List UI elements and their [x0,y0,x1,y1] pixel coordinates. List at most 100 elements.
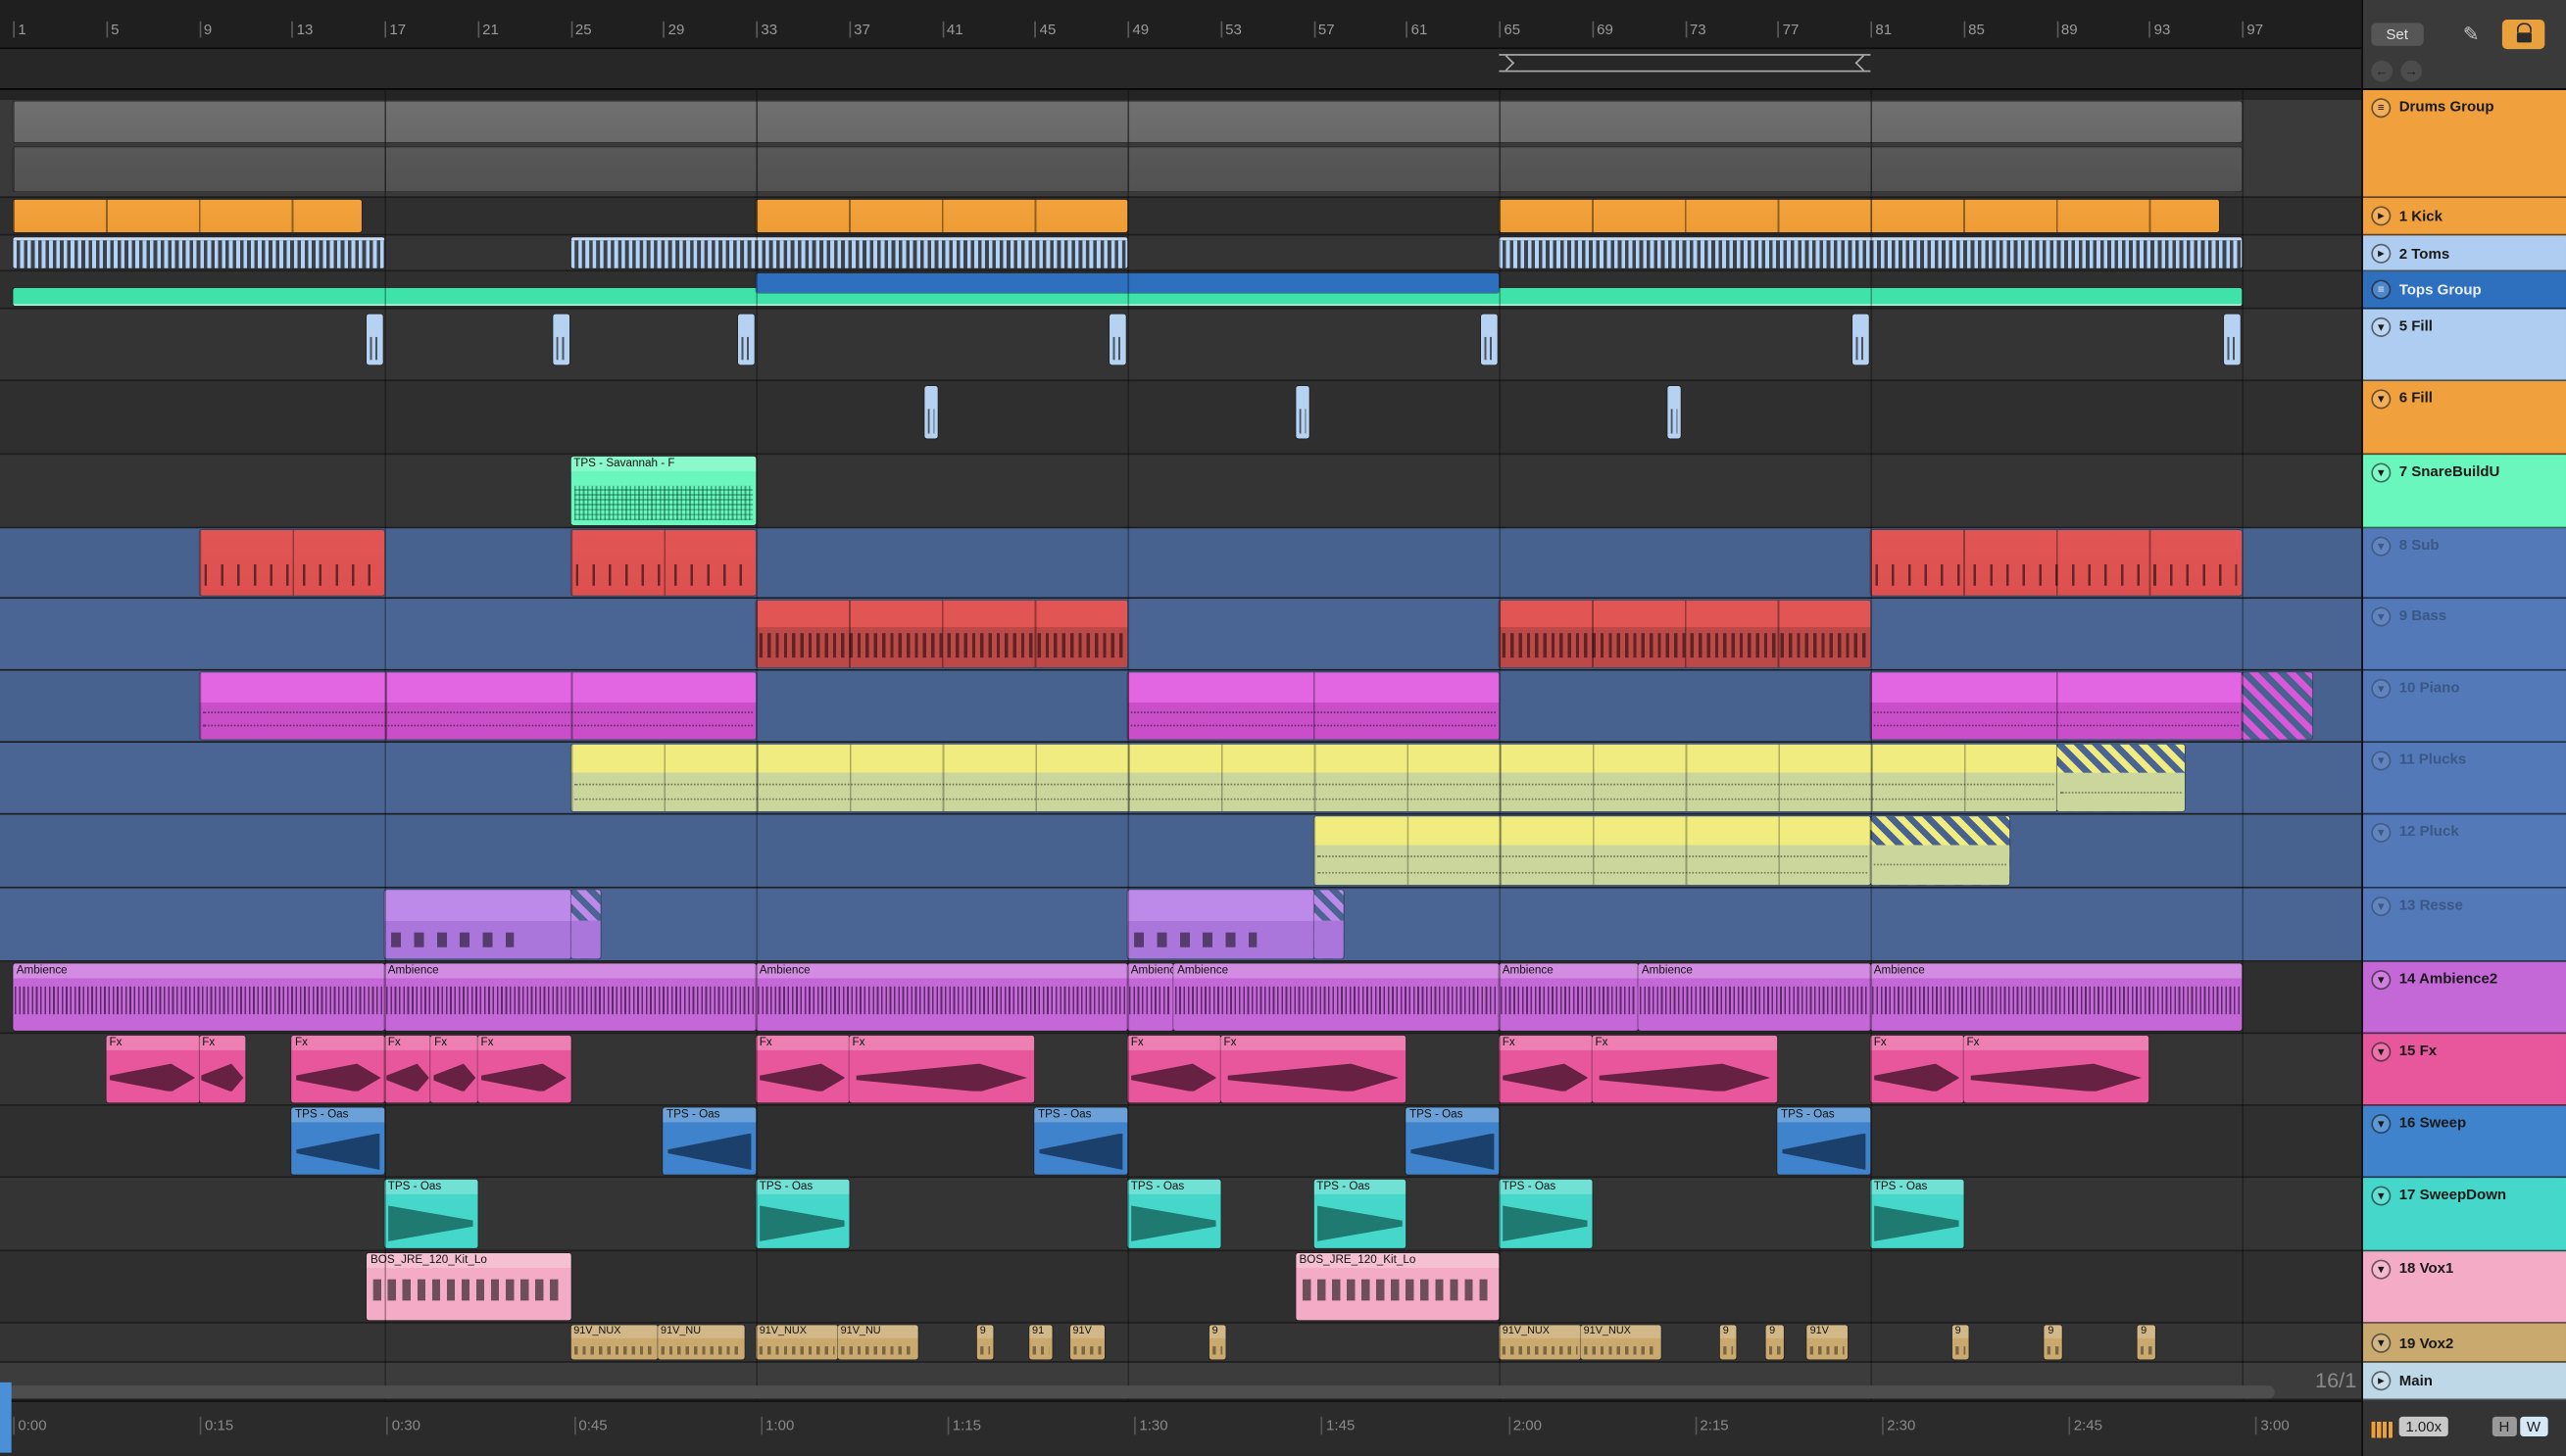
scroll-corner[interactable] [0,1382,12,1453]
fold-icon[interactable]: ▾ [2371,536,2392,557]
clip[interactable]: TPS - Oas [1499,1179,1593,1248]
track-lane-2-toms[interactable] [0,235,2362,272]
fold-icon[interactable]: ▾ [2371,316,2392,337]
track-lane-12-pluck[interactable] [0,814,2362,889]
clip[interactable]: 9 [2045,1325,2062,1360]
fold-icon[interactable]: ▾ [2371,822,2392,843]
group-icon[interactable]: ≡ [2371,98,2392,119]
midi-indicator-icon[interactable] [2369,1421,2394,1438]
track-lane-11-plucks[interactable] [0,743,2362,815]
track-lane-10-piano[interactable] [0,670,2362,744]
clip[interactable]: 91V_NUX [1499,1325,1581,1360]
fold-icon[interactable]: ▾ [2371,751,2392,771]
track-lane-17-sweepdown[interactable]: TPS - Oas TPS - Oas TPS - Oas TPS - Oas TPS … [0,1178,2362,1252]
clip[interactable]: Fx [1963,1035,2149,1103]
track-header-8-sub[interactable]: ▾ 8 Sub [2362,528,2566,600]
track-header-18-vox1[interactable]: ▾ 18 Vox1 [2362,1251,2566,1324]
lock-button[interactable] [2501,20,2545,50]
clip[interactable] [384,890,570,959]
clip[interactable]: 91V_NU [657,1325,745,1360]
fold-icon[interactable]: ▾ [2371,970,2392,991]
track-lane-7-snarebuildu[interactable]: TPS - Savannah - F [0,455,2362,529]
clip[interactable]: TPS - Savannah - F [569,456,757,525]
set-button[interactable]: Set [2371,23,2423,46]
play-icon[interactable]: ▸ [2371,206,2392,226]
clip[interactable]: TPS - Oas [1127,1179,1221,1248]
clip[interactable]: Fx [756,1035,850,1103]
clip[interactable]: Fx [384,1035,431,1103]
clip[interactable] [569,529,757,596]
clip[interactable] [1127,672,1500,740]
track-lane-15-fx[interactable]: Fx Fx Fx Fx Fx Fx Fx Fx Fx Fx Fx Fx Fx Fx [0,1034,2362,1106]
clip[interactable] [198,529,385,596]
clip[interactable]: 91V_NUX [1580,1325,1662,1360]
scrub-area[interactable] [0,49,2362,90]
clip[interactable]: Ambience [1127,963,1174,1031]
clip[interactable] [1499,237,2243,268]
track-header-12-pluck[interactable]: ▾ 12 Pluck [2362,814,2566,889]
time-ruler[interactable]: 0:00 0:15 0:30 0:45 1:00 1:15 1:30 1:45 2:00 2:15… [0,1400,2362,1456]
track-header-14-ambience2[interactable]: ▾ 14 Ambience2 [2362,961,2566,1035]
track-header-19-vox2[interactable]: ▾ 19 Vox2 [2362,1323,2566,1363]
track-header-main[interactable]: ▸ Main [2362,1362,2566,1401]
clip[interactable] [13,237,385,268]
track-lane-6-fill[interactable] [0,381,2362,456]
fold-icon[interactable]: ▾ [2371,1114,2392,1135]
track-lane-drums-group[interactable] [0,89,2362,199]
track-header-15-fx[interactable]: ▾ 15 Fx [2362,1034,2566,1106]
track-header-9-bass[interactable]: ▾ 9 Bass [2362,599,2566,671]
fold-icon[interactable]: ▾ [2371,1186,2392,1206]
clip[interactable] [1296,386,1310,438]
clip[interactable] [569,237,1128,268]
clip[interactable]: Fx [430,1035,478,1103]
track-lane-19-vox2[interactable]: 91V_NUX 91V_NU 91V_NUX 91V_NU 9 91 91V 9 91V_NUX… [0,1323,2362,1363]
clip[interactable]: Ambience [1870,963,2243,1031]
track-header-5-fill[interactable]: ▾ 5 Fill [2362,309,2566,382]
fold-icon[interactable]: ▾ [2371,607,2392,627]
clip[interactable] [569,890,601,959]
bar-ruler[interactable]: 1 5 9 13 17 21 25 29 33 37 41 45 49 53 57 61 65 69 73 77 81 8… [0,0,2362,50]
clip[interactable]: TPS - Oas [1034,1107,1128,1175]
track-header-17-sweepdown[interactable]: ▾ 17 SweepDown [2362,1178,2566,1252]
clip[interactable] [13,199,362,233]
clip[interactable]: Fx [1499,1035,1593,1103]
fold-icon[interactable]: ▾ [2371,678,2392,699]
clip[interactable]: 9 [1719,1325,1738,1360]
clip[interactable] [1870,529,2243,596]
clip[interactable]: 91V_NUX [569,1325,658,1360]
clip[interactable] [1127,890,1313,959]
track-header-2-toms[interactable]: ▸ 2 Toms [2362,235,2566,272]
clip[interactable]: 9 [1209,1325,1227,1360]
track-header-11-plucks[interactable]: ▾ 11 Plucks [2362,743,2566,815]
clip[interactable]: TPS - Oas [1312,1179,1406,1248]
clip[interactable] [1499,600,1871,668]
clip[interactable] [13,101,2243,143]
clip[interactable]: TPS - Oas [663,1107,757,1175]
clip[interactable]: TPS - Oas [1777,1107,1871,1175]
clip[interactable]: Ambience [1173,963,1500,1031]
group-icon[interactable]: ≡ [2371,279,2392,300]
clip[interactable] [569,744,2056,812]
clip[interactable]: TPS - Oas [384,1179,478,1248]
track-header-6-fill[interactable]: ▾ 6 Fill [2362,381,2566,456]
track-header-7-snarebuildu[interactable]: ▾ 7 SnareBuildU [2362,455,2566,529]
track-lane-16-sweep[interactable]: TPS - Oas TPS - Oas TPS - Oas TPS - Oas TPS … [0,1105,2362,1179]
clip[interactable]: Ambience [756,963,1128,1031]
h-button[interactable]: H [2492,1416,2517,1436]
zoom-level[interactable]: 1.00x [2398,1416,2448,1436]
clip[interactable]: 91V_NUX [756,1325,838,1360]
clip[interactable]: Fx [1220,1035,1406,1103]
clip[interactable]: 91V [1069,1325,1105,1360]
track-lane-9-bass[interactable] [0,599,2362,671]
track-lane-14-ambience2[interactable]: AmbienceAmbienceAmbienceAmbienceAmbience… [0,961,2362,1035]
fold-icon[interactable]: ▾ [2371,389,2392,410]
clip[interactable] [924,386,939,438]
track-lane-1-kick[interactable] [0,198,2362,236]
clip[interactable] [1870,672,2243,740]
clip[interactable] [198,672,757,740]
clip[interactable] [13,147,2243,192]
clip[interactable]: Fx [1870,1035,1964,1103]
clip[interactable]: BOS_JRE_120_Kit_Lo [367,1252,570,1321]
clip[interactable]: Ambience [1499,963,1639,1031]
clip[interactable] [2242,672,2312,740]
